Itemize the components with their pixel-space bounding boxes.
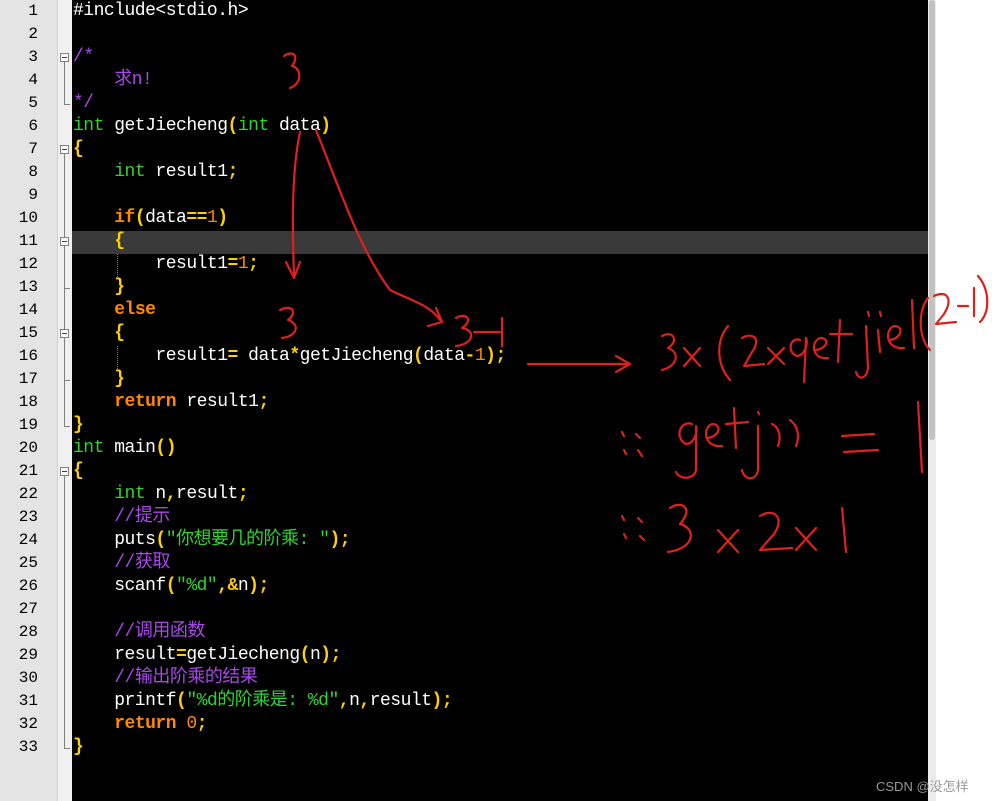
annotation-text (770, 418, 800, 448)
annotation-text (840, 432, 880, 454)
annotation-text (704, 422, 724, 448)
annotation-text (666, 503, 692, 554)
annotation-text (718, 324, 732, 382)
annotation-digit (282, 52, 301, 90)
annotation-arrow (526, 354, 632, 374)
annotation-text (919, 296, 932, 352)
annotation-text (758, 511, 794, 552)
annotation-arrow (284, 130, 302, 280)
annotation-dash (472, 316, 504, 348)
annotation-text (724, 406, 750, 450)
annotation-text (682, 346, 702, 368)
annotation-text (620, 514, 646, 542)
annotation-text (854, 310, 871, 379)
annotation-text (910, 298, 916, 350)
annotation-text (932, 292, 958, 326)
annotation-text (812, 336, 830, 360)
annotation-text (766, 346, 786, 366)
annotation-arrow (314, 128, 444, 328)
annotation-text (716, 528, 740, 554)
annotation-digit (454, 314, 473, 348)
annotation-text (620, 430, 644, 458)
annotation-text (976, 274, 989, 324)
annotation-text (660, 333, 677, 372)
annotation-text (916, 400, 924, 474)
annotation-text (674, 422, 698, 479)
watermark: CSDN @没怎样 (876, 779, 969, 794)
handwritten-annotations (278, 52, 989, 554)
annotation-text (789, 336, 808, 384)
annotation-digit (278, 306, 297, 340)
annotation-text (876, 310, 883, 354)
annotation-text (886, 324, 906, 350)
annotation-text (840, 506, 848, 554)
annotation-text (740, 334, 766, 368)
annotation-text (828, 318, 854, 364)
annotation-text (794, 526, 818, 552)
